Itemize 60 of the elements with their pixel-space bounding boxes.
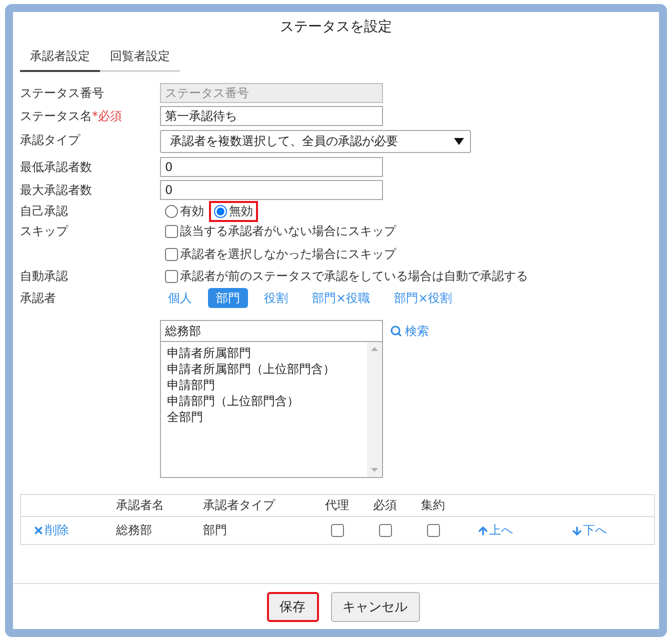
field-label: スキップ <box>20 223 68 240</box>
checkbox[interactable] <box>165 224 178 238</box>
field-label: ステータス番号 <box>20 85 104 102</box>
column-header: 代理 <box>325 497 349 514</box>
tab[interactable]: 承認者設定 <box>20 44 100 72</box>
option-label: 無効 <box>229 202 253 220</box>
checkbox[interactable] <box>378 524 392 537</box>
column-header: 承認者名 <box>116 497 164 514</box>
down-arrow-icon <box>571 524 583 536</box>
move-down-link[interactable]: 下へ <box>571 522 607 539</box>
list-item[interactable]: 申請部門 <box>167 377 215 393</box>
table-cell: 総務部 <box>116 522 152 539</box>
radio-button[interactable] <box>214 204 227 218</box>
field-label: 承認者 <box>20 290 56 307</box>
field-label: 自動承認 <box>20 268 68 285</box>
dialog-title: ステータスを設定 <box>280 18 392 37</box>
type-tab[interactable]: 個人 <box>160 288 200 308</box>
list-item[interactable]: 申請者所属部門（上位部門含） <box>167 361 335 377</box>
type-tab[interactable]: 部門×役割 <box>386 288 460 308</box>
input-field[interactable]: 0 <box>160 157 383 177</box>
field-label: 最大承認者数 <box>20 182 92 199</box>
type-tab[interactable]: 役割 <box>256 288 296 308</box>
save-button[interactable]: 保存 <box>266 592 318 622</box>
search-link[interactable]: 検索 <box>390 322 429 340</box>
field-label: 承認タイプ <box>20 132 80 149</box>
column-header: 集約 <box>421 497 445 514</box>
field-label: 自己承認 <box>20 203 68 220</box>
column-header: 必須 <box>373 497 397 514</box>
caret-icon <box>454 138 464 145</box>
option-label: 承認者を選択しなかった場合にスキップ <box>180 246 396 262</box>
dropdown[interactable]: 承認者を複数選択して、全員の承認が必要 <box>160 130 471 153</box>
checkbox[interactable] <box>165 270 178 282</box>
up-arrow-icon <box>477 524 489 536</box>
option-label: 承認者が前のステータスで承認をしている場合は自動で承認する <box>180 268 528 284</box>
cancel-button[interactable]: キャンセル <box>330 592 420 622</box>
radio-button[interactable] <box>165 204 178 218</box>
list-item[interactable]: 申請者所属部門 <box>167 345 251 361</box>
field-label: ステータス名 <box>20 108 92 125</box>
input-field[interactable]: 第一承認待ち <box>160 106 383 126</box>
checkbox[interactable] <box>330 524 344 537</box>
option-label: 有効 <box>180 202 204 220</box>
list-box[interactable]: 申請者所属部門 申請者所属部門（上位部門含） 申請部門 申請部門（上位部門含） 全部門 <box>160 342 383 478</box>
column-header: 承認者タイプ <box>203 497 275 514</box>
list-item[interactable]: 申請部門（上位部門含） <box>167 393 299 409</box>
move-up-link[interactable]: 上へ <box>477 522 513 539</box>
field-label: 最低承認者数 <box>20 159 92 176</box>
cross-icon <box>33 525 44 536</box>
type-tab[interactable]: 部門 <box>208 288 248 308</box>
required-mark: *必須 <box>92 108 122 125</box>
list-item[interactable]: 全部門 <box>167 409 203 425</box>
checkbox[interactable] <box>426 524 440 537</box>
table-cell: 部門 <box>203 522 227 539</box>
delete-link[interactable]: 削除 <box>33 522 69 539</box>
search-field[interactable]: 総務部 <box>160 320 383 342</box>
input-field[interactable]: 0 <box>160 180 383 200</box>
type-tab[interactable]: 部門×役職 <box>304 288 378 308</box>
option-label: 該当する承認者がいない場合にスキップ <box>180 222 396 240</box>
search-icon <box>390 325 402 337</box>
checkbox[interactable] <box>165 248 178 260</box>
tab[interactable]: 回覧者設定 <box>100 44 180 72</box>
